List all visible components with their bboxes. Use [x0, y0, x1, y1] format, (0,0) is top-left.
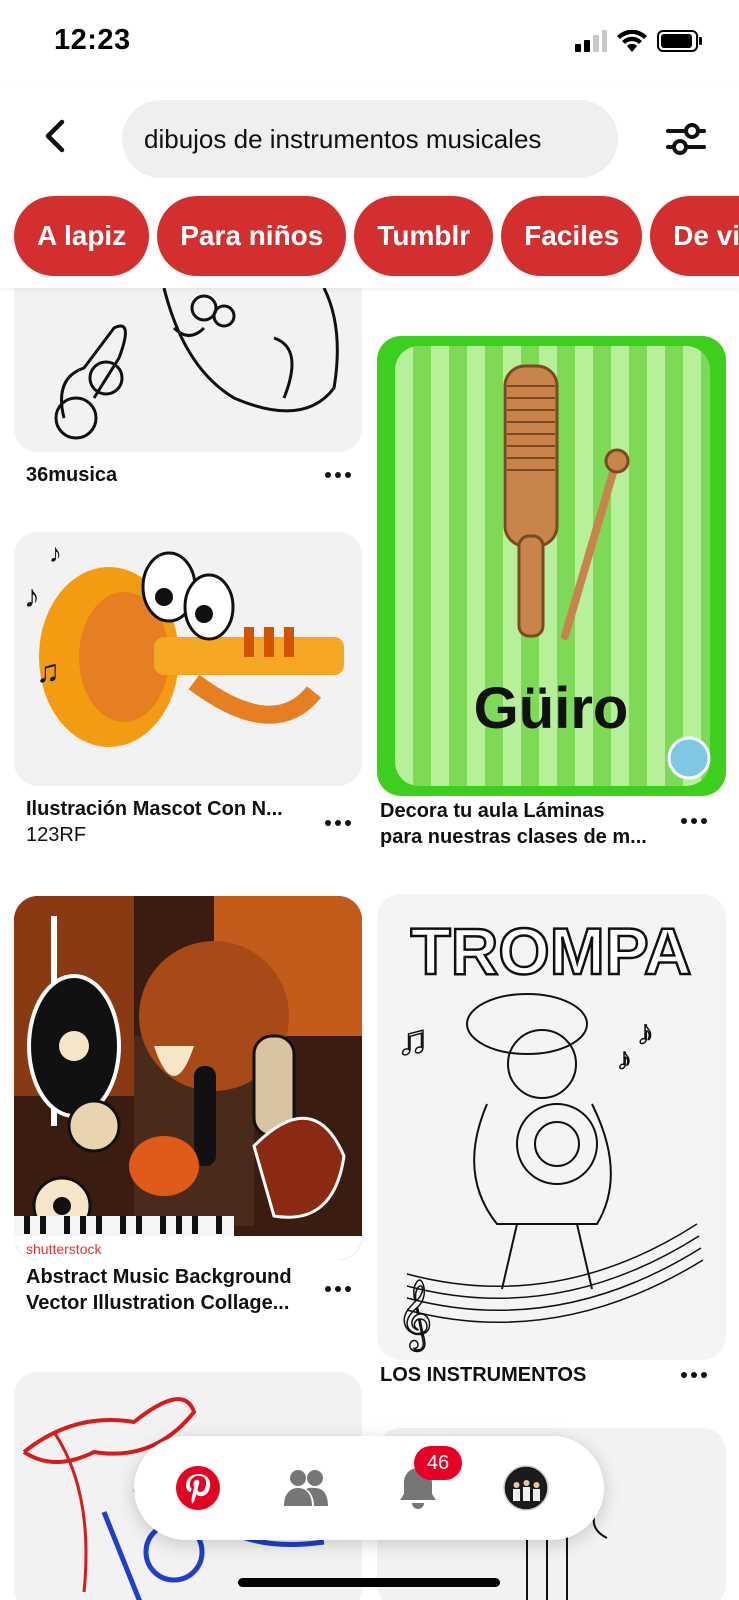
svg-text:♪: ♪ [617, 1043, 632, 1076]
status-icons [575, 30, 703, 52]
status-time: 12:23 [54, 24, 131, 56]
wifi-icon [617, 30, 647, 52]
svg-text:♪: ♪ [24, 578, 40, 614]
filter-button[interactable] [663, 116, 709, 162]
guiro-label: Güiro [474, 676, 629, 741]
pinterest-logo-icon [176, 1466, 220, 1510]
svg-text:♫: ♫ [397, 1016, 429, 1063]
pin-title: Ilustración Mascot Con N... [26, 798, 283, 820]
trompa-coloring-illustration: TROMPA ♫ ♪ ♪ 𝄞 [377, 894, 726, 1360]
bottom-nav [134, 1436, 604, 1540]
chip-faciles[interactable]: Faciles [501, 196, 643, 276]
chip-tumblr[interactable]: Tumblr [354, 196, 494, 276]
more-options-button[interactable] [674, 1362, 714, 1388]
pin-title: 36musica [26, 464, 118, 486]
nav-home[interactable] [168, 1458, 228, 1518]
svg-text:♪: ♪ [637, 1014, 654, 1052]
pin-36musica[interactable]: 36musica [0, 288, 370, 508]
svg-text:♫: ♫ [36, 653, 60, 689]
pin-title-line1: Decora tu aula Láminas [380, 800, 605, 822]
shutterstock-watermark: shutterstock [26, 1241, 102, 1257]
pin-title-line2: para nuestras clases de m... [380, 826, 647, 848]
chip-a-lapiz[interactable]: A lapiz [14, 196, 150, 276]
nav-profile[interactable] [496, 1458, 556, 1518]
home-indicator [238, 1578, 500, 1587]
status-bar: 12:23 [0, 0, 739, 88]
music-collage-illustration: shutterstock [14, 896, 362, 1260]
more-options-button[interactable] [318, 462, 358, 488]
chip-para-ninos[interactable]: Para niños [157, 196, 347, 276]
trumpet-illustration: ♪ ♫ ♪ [14, 532, 362, 786]
pin-image[interactable]: ♪ ♫ ♪ [14, 532, 362, 786]
filter-chips: A lapiz Para niños Tumblr Faciles De vie [14, 196, 739, 276]
people-icon [284, 1470, 328, 1506]
chip-de-vie[interactable]: De vie [650, 196, 739, 276]
pin-partial-caption [378, 288, 678, 292]
guiro-illustration: Güiro [377, 336, 726, 796]
avatar [503, 1465, 549, 1511]
pin-image[interactable]: shutterstock [14, 896, 362, 1260]
pin-image[interactable] [14, 288, 362, 452]
pin-title: LOS INSTRUMENTOS [380, 1364, 587, 1386]
more-options-button[interactable] [674, 808, 714, 834]
trompa-label: TROMPA [410, 914, 691, 988]
svg-text:𝄞: 𝄞 [397, 1280, 432, 1351]
search-header: dibujos de instrumentos musicales A lapi… [0, 88, 739, 288]
pin-title-line1: Abstract Music Background [26, 1266, 292, 1288]
svg-text:♪: ♪ [49, 538, 62, 568]
pin-los-instrumentos[interactable]: TROMPA ♫ ♪ ♪ 𝄞 LOS INSTRUMENTOS [370, 892, 739, 1402]
search-input[interactable]: dibujos de instrumentos musicales [122, 100, 618, 178]
pin-title-line2: Vector Illustration Collage... [26, 1292, 290, 1314]
music-note-drawing [14, 288, 362, 452]
filter-sliders-icon [666, 123, 706, 155]
cellular-signal-icon [575, 30, 607, 52]
pin-image[interactable]: TROMPA ♫ ♪ ♪ 𝄞 [377, 894, 726, 1360]
pin-source: 123RF [26, 824, 87, 846]
battery-icon [657, 30, 702, 52]
notification-badge: 46 [414, 1446, 462, 1480]
more-options-button[interactable] [318, 810, 358, 836]
pin-feed[interactable]: 36musica ♪ ♫ ♪ Ilustración Mascot Con N.… [0, 288, 739, 1600]
back-button[interactable] [34, 116, 74, 156]
pin-abstract-music[interactable]: shutterstock Abstract Music Background V… [0, 888, 370, 1328]
pin-guiro[interactable]: Güiro Decora tu aula Láminas para nuestr… [370, 288, 739, 868]
chevron-left-icon [45, 119, 65, 153]
nav-following[interactable] [276, 1458, 336, 1518]
more-options-button[interactable] [318, 1276, 358, 1302]
pin-image[interactable]: Güiro [377, 336, 726, 796]
pin-trumpet-mascot[interactable]: ♪ ♫ ♪ Ilustración Mascot Con N... 123RF [0, 528, 370, 858]
